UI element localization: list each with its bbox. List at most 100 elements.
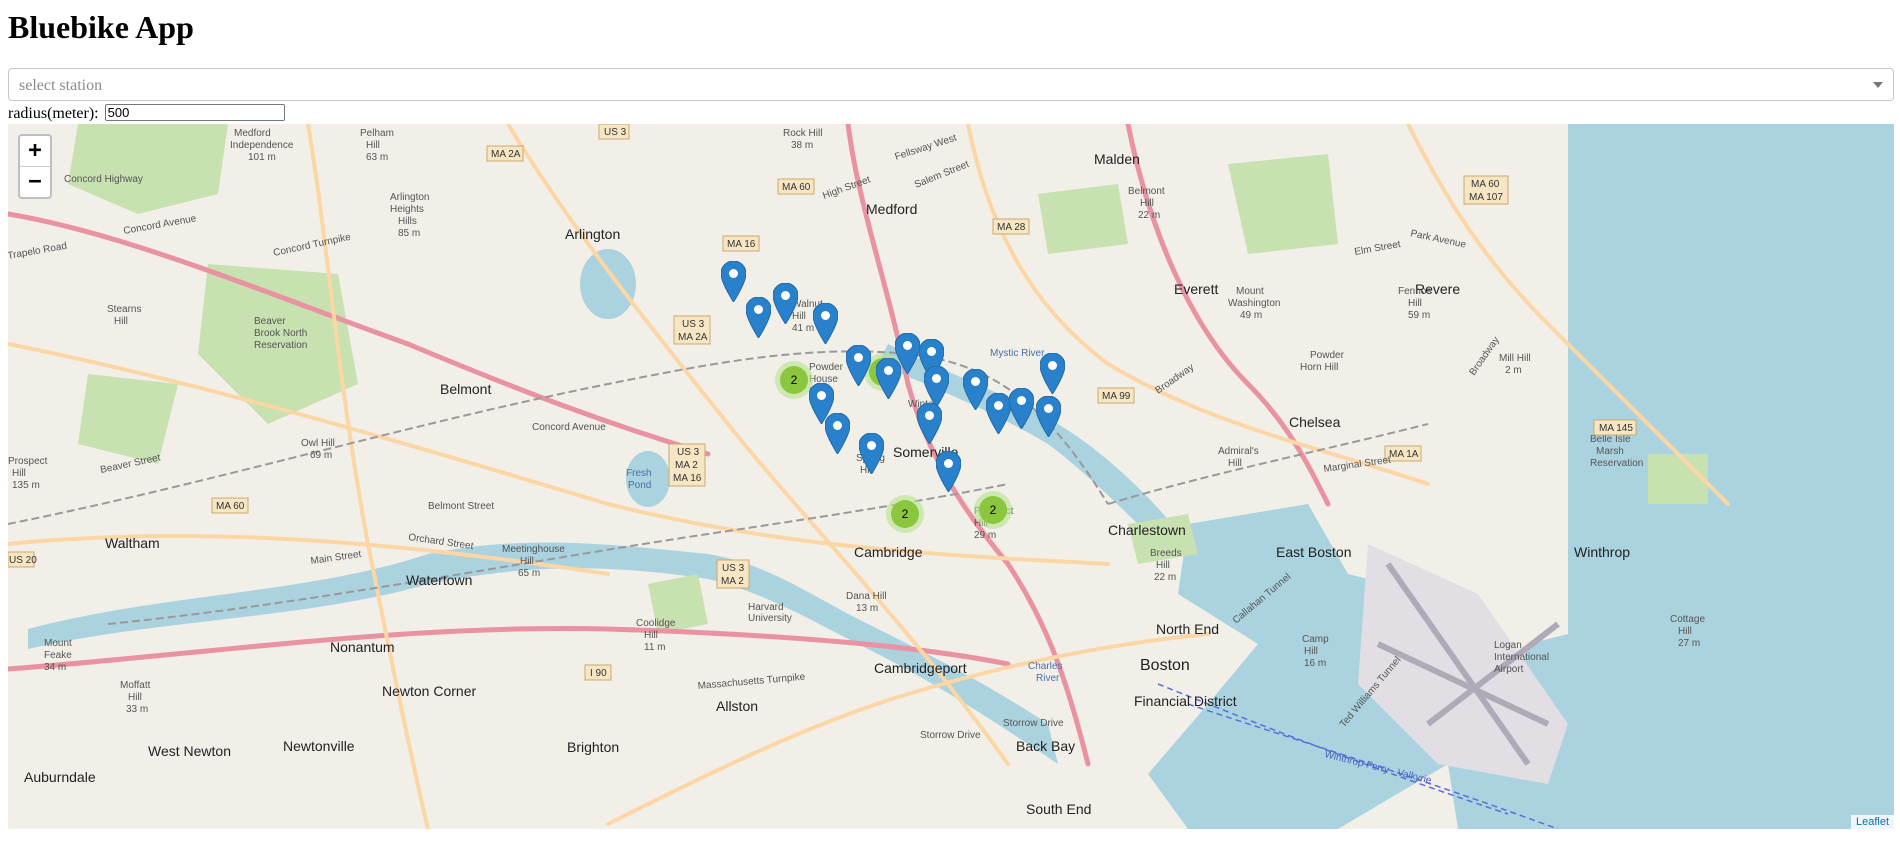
svg-text:Belmont Street: Belmont Street bbox=[428, 501, 494, 512]
map-marker-icon[interactable] bbox=[1009, 388, 1034, 429]
svg-text:MA 2A: MA 2A bbox=[678, 332, 708, 343]
attribution-link[interactable]: Leaflet bbox=[1850, 815, 1894, 829]
svg-text:Harvard: Harvard bbox=[748, 602, 784, 613]
svg-text:International: International bbox=[1494, 652, 1549, 663]
svg-text:East Boston: East Boston bbox=[1276, 544, 1352, 560]
map-marker-icon[interactable] bbox=[986, 393, 1011, 434]
svg-text:Pelham: Pelham bbox=[360, 128, 394, 139]
svg-text:Hill: Hill bbox=[1408, 298, 1422, 309]
svg-text:Allston: Allston bbox=[716, 698, 758, 714]
svg-text:Hill: Hill bbox=[1228, 458, 1242, 469]
map-marker-icon[interactable] bbox=[917, 403, 942, 444]
map-marker-icon[interactable] bbox=[936, 451, 961, 492]
svg-text:MA 99: MA 99 bbox=[1102, 391, 1131, 402]
svg-text:Prospect: Prospect bbox=[8, 456, 48, 467]
svg-text:Waltham: Waltham bbox=[105, 535, 160, 551]
svg-text:River: River bbox=[1036, 673, 1060, 684]
svg-text:Chelsea: Chelsea bbox=[1289, 414, 1341, 430]
svg-text:Washington: Washington bbox=[1228, 298, 1280, 309]
svg-text:Concord Avenue: Concord Avenue bbox=[532, 422, 606, 433]
map-marker-icon[interactable] bbox=[773, 283, 798, 324]
svg-text:69 m: 69 m bbox=[310, 450, 332, 461]
station-select[interactable]: select station bbox=[8, 68, 1894, 101]
map-marker-icon[interactable] bbox=[1036, 396, 1061, 437]
svg-text:Medford: Medford bbox=[866, 201, 917, 217]
svg-text:Brook North: Brook North bbox=[254, 328, 307, 339]
app-title: Bluebike App bbox=[8, 9, 194, 45]
svg-text:South End: South End bbox=[1026, 801, 1091, 817]
svg-text:Belmont: Belmont bbox=[440, 381, 491, 397]
map-marker-icon[interactable] bbox=[746, 297, 771, 338]
svg-text:33 m: 33 m bbox=[126, 704, 148, 715]
svg-text:Feake: Feake bbox=[44, 650, 72, 661]
svg-text:I 90: I 90 bbox=[590, 668, 607, 679]
svg-text:MA 1A: MA 1A bbox=[1389, 449, 1419, 460]
svg-text:Mount: Mount bbox=[1236, 286, 1264, 297]
map-marker-icon[interactable] bbox=[825, 413, 850, 454]
svg-text:Marsh: Marsh bbox=[1596, 446, 1624, 457]
map-marker-icon[interactable] bbox=[846, 345, 871, 386]
map-marker-icon[interactable] bbox=[813, 303, 838, 344]
map-marker-icon[interactable] bbox=[1040, 353, 1065, 394]
svg-text:Heights: Heights bbox=[390, 204, 424, 215]
svg-text:MA 2A: MA 2A bbox=[491, 149, 521, 160]
svg-text:MA 2: MA 2 bbox=[675, 460, 698, 471]
svg-text:MA 60: MA 60 bbox=[1471, 179, 1500, 190]
svg-text:Winthrop: Winthrop bbox=[1574, 544, 1630, 560]
svg-text:Hill: Hill bbox=[12, 468, 26, 479]
svg-text:Powder: Powder bbox=[809, 362, 844, 373]
svg-text:MA 60: MA 60 bbox=[782, 182, 811, 193]
svg-text:US 3: US 3 bbox=[722, 563, 745, 574]
svg-text:Everett: Everett bbox=[1174, 281, 1218, 297]
svg-text:Storrow Drive: Storrow Drive bbox=[920, 730, 981, 741]
svg-text:West Newton: West Newton bbox=[148, 743, 231, 759]
svg-text:US 3: US 3 bbox=[677, 447, 700, 458]
zoom-in-button[interactable]: + bbox=[20, 136, 50, 167]
svg-text:Admiral's: Admiral's bbox=[1218, 446, 1259, 457]
map-marker-icon[interactable] bbox=[859, 433, 884, 474]
svg-text:Rock Hill: Rock Hill bbox=[783, 128, 822, 139]
svg-text:Beaver: Beaver bbox=[254, 316, 286, 327]
svg-text:Powder: Powder bbox=[1310, 350, 1345, 361]
svg-text:Hill: Hill bbox=[1304, 646, 1318, 657]
svg-text:Belmont: Belmont bbox=[1128, 186, 1165, 197]
map[interactable]: Medford Malden Everett Revere Arlington … bbox=[8, 124, 1894, 829]
svg-text:41 m: 41 m bbox=[792, 323, 814, 334]
svg-text:MA 28: MA 28 bbox=[997, 222, 1026, 233]
svg-text:101 m: 101 m bbox=[248, 152, 276, 163]
svg-text:Newton Corner: Newton Corner bbox=[382, 683, 476, 699]
svg-text:49 m: 49 m bbox=[1240, 310, 1262, 321]
svg-text:Cottage: Cottage bbox=[1670, 614, 1705, 625]
svg-text:Arlington: Arlington bbox=[565, 226, 620, 242]
svg-text:22 m: 22 m bbox=[1154, 572, 1176, 583]
svg-text:Reservation: Reservation bbox=[254, 340, 307, 351]
svg-text:US 3: US 3 bbox=[682, 319, 705, 330]
svg-text:Cambridgeport: Cambridgeport bbox=[874, 660, 967, 676]
marker-cluster-count: 2 bbox=[891, 500, 919, 528]
marker-cluster[interactable]: 2 bbox=[974, 491, 1012, 529]
marker-cluster[interactable]: 2 bbox=[775, 361, 813, 399]
radius-input[interactable] bbox=[104, 104, 285, 121]
svg-text:US 3: US 3 bbox=[604, 127, 627, 138]
map-marker-icon[interactable] bbox=[895, 333, 920, 374]
map-marker-icon[interactable] bbox=[963, 369, 988, 410]
svg-text:Dana Hill: Dana Hill bbox=[846, 591, 887, 602]
svg-text:Fennos: Fennos bbox=[1398, 286, 1431, 297]
svg-text:MA 16: MA 16 bbox=[673, 473, 702, 484]
svg-text:North End: North End bbox=[1156, 621, 1219, 637]
svg-text:16 m: 16 m bbox=[1304, 658, 1326, 669]
svg-text:Malden: Malden bbox=[1094, 151, 1140, 167]
marker-cluster[interactable]: 2 bbox=[886, 495, 924, 533]
svg-text:Mystic River: Mystic River bbox=[990, 348, 1045, 359]
svg-text:Hill: Hill bbox=[366, 140, 380, 151]
zoom-out-button[interactable]: − bbox=[20, 167, 50, 197]
svg-text:Independence: Independence bbox=[230, 140, 294, 151]
chevron-down-icon[interactable] bbox=[1873, 82, 1883, 88]
svg-text:Hill: Hill bbox=[520, 556, 534, 567]
radius-label: radius(meter): bbox=[8, 105, 99, 122]
svg-text:Belle Isle: Belle Isle bbox=[1590, 434, 1631, 445]
svg-text:11 m: 11 m bbox=[644, 642, 666, 653]
map-marker-icon[interactable] bbox=[924, 366, 949, 407]
map-marker-icon[interactable] bbox=[721, 261, 746, 302]
svg-text:Meetinghouse: Meetinghouse bbox=[502, 544, 565, 555]
